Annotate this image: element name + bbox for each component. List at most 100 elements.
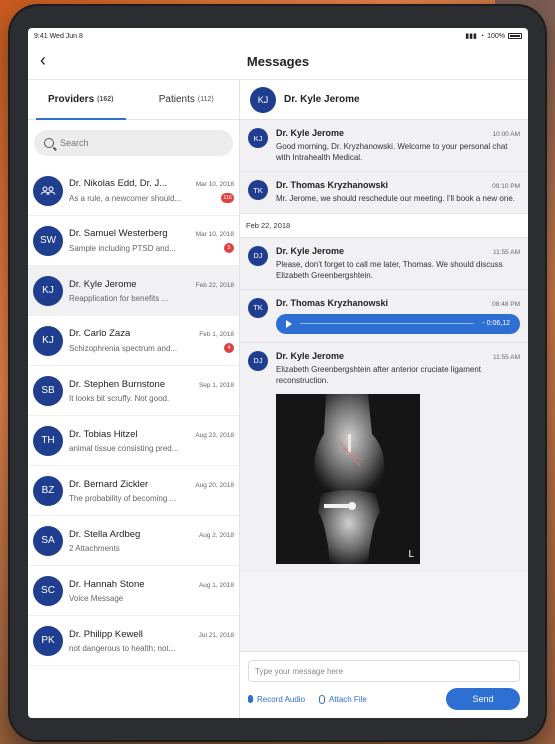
- chat-contact-name: Dr. Kyle Jerome: [284, 94, 360, 105]
- contact-name: Dr. Carlo Zaza: [69, 328, 131, 339]
- play-icon[interactable]: [286, 319, 292, 328]
- contact-preview: 2 Attachments: [69, 543, 120, 553]
- chat-panel: KJ Dr. Kyle Jerome KJ Dr. Kyle Jerome 10:…: [240, 80, 528, 718]
- message: TK Dr. Thomas Kryzhanowski 08:48 PM - 0:0…: [240, 288, 528, 342]
- composer-actions: Record Audio Attach File Send: [248, 688, 520, 710]
- message-time: 11:55 AM: [493, 248, 520, 256]
- avatar: KJ: [33, 325, 63, 356]
- contact-preview: It looks bit scruffy. Not good.: [69, 393, 170, 403]
- app-screen: 9:41 Wed Jun 8 ▮▮▮ ◔ 100% ‹ Messages Pro…: [28, 28, 528, 718]
- paperclip-icon: [319, 694, 326, 704]
- contact-name: Dr. Hannah Stone: [69, 578, 145, 590]
- avatar: BZ: [33, 475, 63, 506]
- contact-preview: Reapplication for benefits ...: [69, 293, 169, 303]
- avatar: SA: [33, 525, 63, 556]
- send-button[interactable]: Send: [446, 688, 520, 710]
- contact-name: Dr. Nikolas Edd, Dr. J...: [69, 178, 168, 189]
- contact-body: Dr. Tobias Hitzel Aug 23, 2018 animal tis…: [69, 429, 234, 453]
- tab-patients-count: (112): [197, 96, 214, 103]
- xray-image-attachment[interactable]: L: [276, 394, 420, 565]
- contact-date: Aug 1, 2018: [198, 581, 234, 589]
- message-composer: Type your message here Record Audio Atta…: [240, 651, 528, 718]
- message-sender: Dr. Thomas Kryzhanowski: [276, 297, 389, 308]
- avatar: SB: [33, 375, 63, 406]
- list-item[interactable]: SW Dr. Samuel Westerberg Mar 10, 2018 Sam…: [28, 216, 239, 266]
- contact-preview: Sample including PTSD and...: [69, 243, 176, 253]
- contact-date: Mar 10, 2018: [195, 231, 234, 238]
- tab-bar: Providers (162) Patients (112): [28, 80, 239, 120]
- battery-percent: 100%: [487, 32, 505, 40]
- contact-date: Aug 20, 2018: [195, 481, 234, 489]
- contact-date: Jul 21, 2018: [198, 631, 234, 639]
- avatar: PK: [33, 625, 63, 656]
- chat-header: KJ Dr. Kyle Jerome: [240, 80, 528, 120]
- wifi-icon: ◔: [479, 32, 485, 40]
- contact-body: Dr. Kyle Jerome Feb 22, 2018 Reapplicatio…: [69, 279, 234, 303]
- microphone-icon: [248, 695, 253, 703]
- message-time: 09:10 PM: [492, 183, 520, 191]
- unread-badge: 116: [221, 193, 234, 203]
- page-title: Messages: [246, 54, 310, 69]
- record-audio-button[interactable]: Record Audio: [248, 695, 305, 704]
- audio-progress-track[interactable]: [300, 323, 475, 325]
- status-indicators: ▮▮▮ ◔ 100%: [465, 32, 522, 40]
- contact-name: Dr. Stella Ardbeg: [69, 528, 141, 540]
- message-time: 08:48 PM: [492, 300, 520, 308]
- message: DJ Dr. Kyle Jerome 11:55 AM Elizabeth Gre…: [240, 341, 528, 573]
- avatar: KJ: [248, 128, 268, 148]
- contact-body: Dr. Stella Ardbeg Aug 2, 2018 2 Attachmen…: [69, 529, 234, 553]
- message-text: Good morning, Dr. Kryzhanowski. Welcome …: [276, 142, 508, 163]
- contacts-panel: Providers (162) Patients (112) Search Dr…: [28, 80, 240, 718]
- contact-preview: not dangerous to health; not...: [69, 643, 176, 653]
- contact-preview: animal tissue consisting pred...: [69, 443, 179, 453]
- contact-name: Dr. Kyle Jerome: [69, 278, 137, 290]
- contact-body: Dr. Philipp Kewell Jul 21, 2018 not dange…: [69, 629, 234, 653]
- chevron-left-icon[interactable]: ‹: [40, 50, 46, 71]
- contact-body: Dr. Carlo Zaza Feb 1, 2018 Schizophrenia …: [69, 328, 234, 353]
- status-date: Wed Jun 8: [49, 32, 83, 40]
- message-input[interactable]: Type your message here: [248, 660, 520, 682]
- message-sender: Dr. Kyle Jerome: [276, 128, 345, 138]
- battery-icon: [508, 33, 522, 39]
- avatar: TK: [248, 297, 268, 318]
- contact-date: Sep 1, 2018: [198, 381, 234, 389]
- list-item[interactable]: KJ Dr. Carlo Zaza Feb 1, 2018 Schizophren…: [28, 316, 239, 366]
- audio-player[interactable]: - 0:06,12: [276, 313, 520, 334]
- group-icon: [33, 175, 63, 206]
- contact-date: Feb 1, 2018: [199, 331, 234, 338]
- list-item[interactable]: PK Dr. Philipp Kewell Jul 21, 2018 not da…: [28, 616, 239, 666]
- list-item[interactable]: BZ Dr. Bernard Zickler Aug 20, 2018 The p…: [28, 466, 239, 516]
- tab-providers[interactable]: Providers (162): [28, 80, 134, 120]
- message-sender: Dr. Kyle Jerome: [276, 350, 345, 361]
- contact-body: Dr. Samuel Westerberg Mar 10, 2018 Sample…: [69, 228, 234, 253]
- list-item[interactable]: SA Dr. Stella Ardbeg Aug 2, 2018 2 Attach…: [28, 516, 239, 566]
- tab-patients[interactable]: Patients (112): [134, 80, 240, 119]
- attach-file-button[interactable]: Attach File: [319, 694, 367, 704]
- message-text: Mr. Jerome, we should reschedule our mee…: [276, 194, 515, 204]
- search-icon: [44, 138, 54, 148]
- avatar: TH: [33, 425, 63, 456]
- contact-preview: Schizophrenia spectrum and...: [69, 343, 178, 353]
- search-input[interactable]: Search: [34, 130, 233, 156]
- message: TK Dr. Thomas Kryzhanowski 09:10 PM Mr. J…: [240, 171, 528, 213]
- message-text: Elizabeth Greenbergshtein after anterior…: [276, 364, 481, 386]
- contact-preview: As a rule, a newcomer should...: [69, 193, 182, 203]
- tab-providers-label: Providers: [48, 94, 95, 105]
- list-item[interactable]: TH Dr. Tobias Hitzel Aug 23, 2018 animal …: [28, 416, 239, 466]
- unread-badge: 4: [224, 343, 234, 353]
- date-separator: Feb 22, 2018: [240, 212, 528, 238]
- list-item[interactable]: KJ Dr. Kyle Jerome Feb 22, 2018 Reapplica…: [28, 266, 239, 316]
- contact-name: Dr. Tobias Hitzel: [69, 428, 138, 440]
- avatar: KJ: [250, 86, 276, 113]
- message-sender: Dr. Kyle Jerome: [276, 245, 345, 256]
- list-item[interactable]: Dr. Nikolas Edd, Dr. J... Mar 10, 2018 As…: [28, 166, 239, 216]
- unread-badge: 5: [224, 243, 234, 253]
- message-input-placeholder: Type your message here: [255, 666, 344, 676]
- avatar: TK: [248, 180, 268, 201]
- list-item[interactable]: SB Dr. Stephen Burnstone Sep 1, 2018 It l…: [28, 366, 239, 416]
- contact-body: Dr. Stephen Burnstone Sep 1, 2018 It look…: [69, 379, 234, 403]
- message-time: 10:00 AM: [492, 131, 520, 138]
- list-item[interactable]: SC Dr. Hannah Stone Aug 1, 2018 Voice Mes…: [28, 566, 239, 616]
- contact-date: Aug 23, 2018: [195, 431, 234, 439]
- status-time: 9:41: [34, 32, 48, 40]
